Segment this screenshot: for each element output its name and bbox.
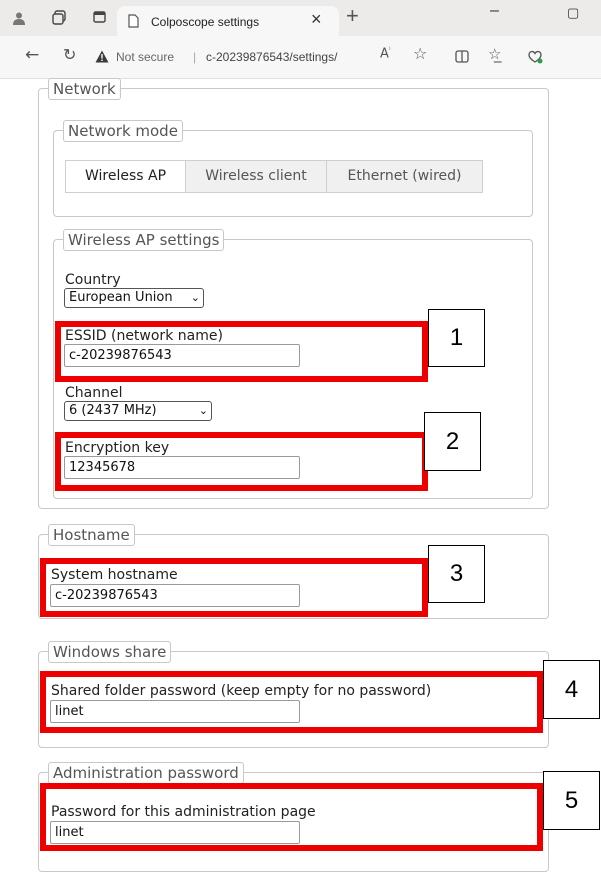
address-separator: | [193,50,197,64]
new-tab-button[interactable]: + [346,3,359,29]
system-hostname-label: System hostname [51,567,178,583]
channel-label: Channel [65,385,123,401]
country-label: Country [65,272,121,288]
encryption-key-label: Encryption key [65,440,170,456]
channel-select[interactable]: 6 (2437 MHz) ⌄ [64,401,212,421]
hostname-legend: Hostname [48,524,135,546]
admin-password-label: Password for this administration page [51,804,316,820]
browser-tab-bar: Colposcope settings × + – ▢ [0,0,601,36]
country-select[interactable]: European Union ⌄ [64,288,204,308]
shared-folder-password-label: Shared folder password (keep empty for n… [51,683,432,699]
admin-password-legend: Administration password [48,762,244,784]
windows-share-legend: Windows share [48,641,172,663]
url-text[interactable]: c-20239876543/settings/ [206,50,337,64]
page-icon [128,14,139,28]
warning-icon[interactable] [95,50,109,63]
callout-4: 4 [543,660,600,719]
settings-page: Network Network mode Wireless AP setting… [0,78,601,872]
favorite-star-icon[interactable]: ☆ [413,44,427,63]
chevron-down-icon: ⌄ [190,291,200,304]
browser-essentials-icon[interactable] [527,49,543,64]
minimize-button[interactable]: – [490,2,499,20]
callout-5: 5 [543,771,600,830]
wireless-client-button[interactable]: Wireless client [185,160,327,193]
network-legend: Network [48,78,121,100]
address-toolbar: ← ↻ Not secure | c-20239876543/settings/… [0,36,601,79]
essid-label: ESSID (network name) [65,328,223,344]
admin-password-input[interactable]: linet [50,821,300,844]
encryption-key-input[interactable]: 12345678 [64,456,300,479]
wireless-ap-legend: Wireless AP settings [63,229,225,251]
ethernet-button[interactable]: Ethernet (wired) [326,160,483,193]
favorites-list-icon[interactable]: ☆̲ [488,45,501,63]
workspaces-icon[interactable] [52,10,67,25]
wireless-ap-button[interactable]: Wireless AP [65,160,186,193]
tab-title: Colposcope settings [151,15,260,29]
callout-3: 3 [428,545,485,603]
refresh-icon[interactable]: ↻ [63,45,76,64]
split-screen-icon[interactable] [455,50,469,63]
country-value: European Union [69,290,173,305]
profile-icon[interactable] [12,11,26,25]
hostname-input[interactable]: c-20239876543 [50,584,300,607]
close-tab-button[interactable]: × [311,9,322,30]
network-mode-legend: Network mode [63,120,183,142]
not-secure-label[interactable]: Not secure [116,50,174,64]
maximize-button[interactable]: ▢ [567,5,579,21]
read-aloud-icon[interactable]: A⁾ [380,46,391,61]
channel-value: 6 (2437 MHz) [69,403,157,418]
address-field[interactable]: Not secure | c-20239876543/settings/ [95,43,367,71]
tab-actions-icon[interactable] [93,11,106,23]
tab-colposcope-settings[interactable]: Colposcope settings × [117,6,339,36]
shared-folder-password-input[interactable]: linet [50,700,300,723]
callout-1: 1 [428,309,485,367]
callout-2: 2 [424,412,481,471]
essid-input[interactable]: c-20239876543 [64,344,300,367]
back-arrow-icon[interactable]: ← [25,45,39,65]
chevron-down-icon: ⌄ [198,404,208,417]
